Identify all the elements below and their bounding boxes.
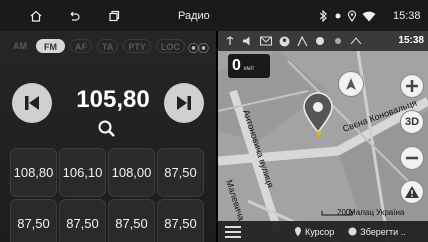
profile-icon[interactable] (278, 35, 290, 47)
seek-next-button[interactable] (164, 83, 204, 123)
preset-2[interactable]: 106,10 (59, 148, 106, 197)
bluetooth-icon (316, 9, 330, 23)
preset-1[interactable]: 108,80 (10, 148, 57, 197)
band-fm[interactable]: FM (36, 39, 65, 53)
preset-6[interactable]: 87,50 (59, 199, 106, 242)
app-title: Радио (178, 10, 210, 22)
save-icon (348, 227, 357, 236)
band-af[interactable]: AF (70, 39, 92, 53)
pin-icon (295, 227, 301, 237)
warning-button[interactable] (400, 180, 424, 204)
signal-icon (224, 35, 236, 47)
satellite-icon (350, 35, 362, 47)
menu-button[interactable] (218, 221, 248, 242)
volume-icon[interactable] (242, 35, 254, 47)
stereo-indicator: ⦿⦿ (188, 43, 209, 55)
warning-icon (405, 186, 419, 198)
preset-4[interactable]: 87,50 (157, 148, 204, 197)
band-selector: AM FM AF TA PTY LOC (9, 38, 185, 54)
view-3d-button[interactable]: 3D (400, 110, 424, 134)
navigation-status-bar: 15:38 (218, 31, 428, 51)
minus-icon (406, 156, 418, 160)
preset-8[interactable]: 87,50 (157, 199, 204, 242)
skip-previous-icon (25, 96, 39, 110)
compass-button[interactable] (338, 71, 364, 97)
seek-previous-button[interactable] (12, 83, 52, 123)
preset-5[interactable]: 87,50 (10, 199, 57, 242)
navigation-panel: Свєна Коновальця Антоновича вулиця Малев… (218, 31, 428, 242)
compass-arrow-icon (346, 78, 356, 90)
preset-7[interactable]: 87,50 (108, 199, 155, 242)
traffic-icon[interactable] (296, 35, 308, 47)
search-icon[interactable] (97, 119, 117, 139)
skip-next-icon (177, 96, 191, 110)
message-icon[interactable] (260, 35, 272, 47)
system-clock: 15:38 (393, 10, 421, 22)
radio-panel: AM FM AF TA PTY LOC ⦿⦿ 105,80 108,80 106… (0, 31, 216, 242)
zoom-in-button[interactable] (400, 74, 424, 98)
preset-3[interactable]: 108,00 (108, 148, 155, 197)
navigation-bottom-bar: Курсор Зберегти .. (218, 221, 428, 242)
plus-icon (406, 80, 418, 92)
weather-icon[interactable] (314, 35, 326, 47)
speed-unit: км/г (243, 66, 255, 72)
region-label: Малац Україна (349, 208, 405, 217)
status-dot-icon (332, 35, 344, 47)
wifi-icon (362, 9, 376, 23)
cursor-button[interactable]: Курсор (294, 226, 334, 237)
cursor-label: Курсор (305, 226, 335, 237)
back-icon[interactable] (67, 9, 81, 23)
save-label: Зберегти .. (360, 226, 406, 237)
current-frequency: 105,80 (76, 86, 150, 113)
zoom-out-button[interactable] (400, 146, 424, 170)
save-button[interactable]: Зберегти .. (348, 226, 406, 237)
location-icon (345, 9, 359, 23)
system-status-bar: Радио 15:38 (0, 0, 428, 31)
speedometer: 0 км/г (228, 54, 270, 78)
band-loc[interactable]: LOC (155, 39, 185, 53)
navigation-clock: 15:38 (398, 35, 424, 46)
recent-apps-icon[interactable] (107, 9, 121, 23)
home-icon[interactable] (29, 9, 43, 23)
band-am[interactable]: AM (9, 39, 31, 53)
band-ta[interactable]: TA (97, 39, 119, 53)
band-pty[interactable]: PTY (123, 39, 151, 53)
speed-value: 0 (232, 57, 241, 74)
gps-icon (331, 9, 345, 23)
